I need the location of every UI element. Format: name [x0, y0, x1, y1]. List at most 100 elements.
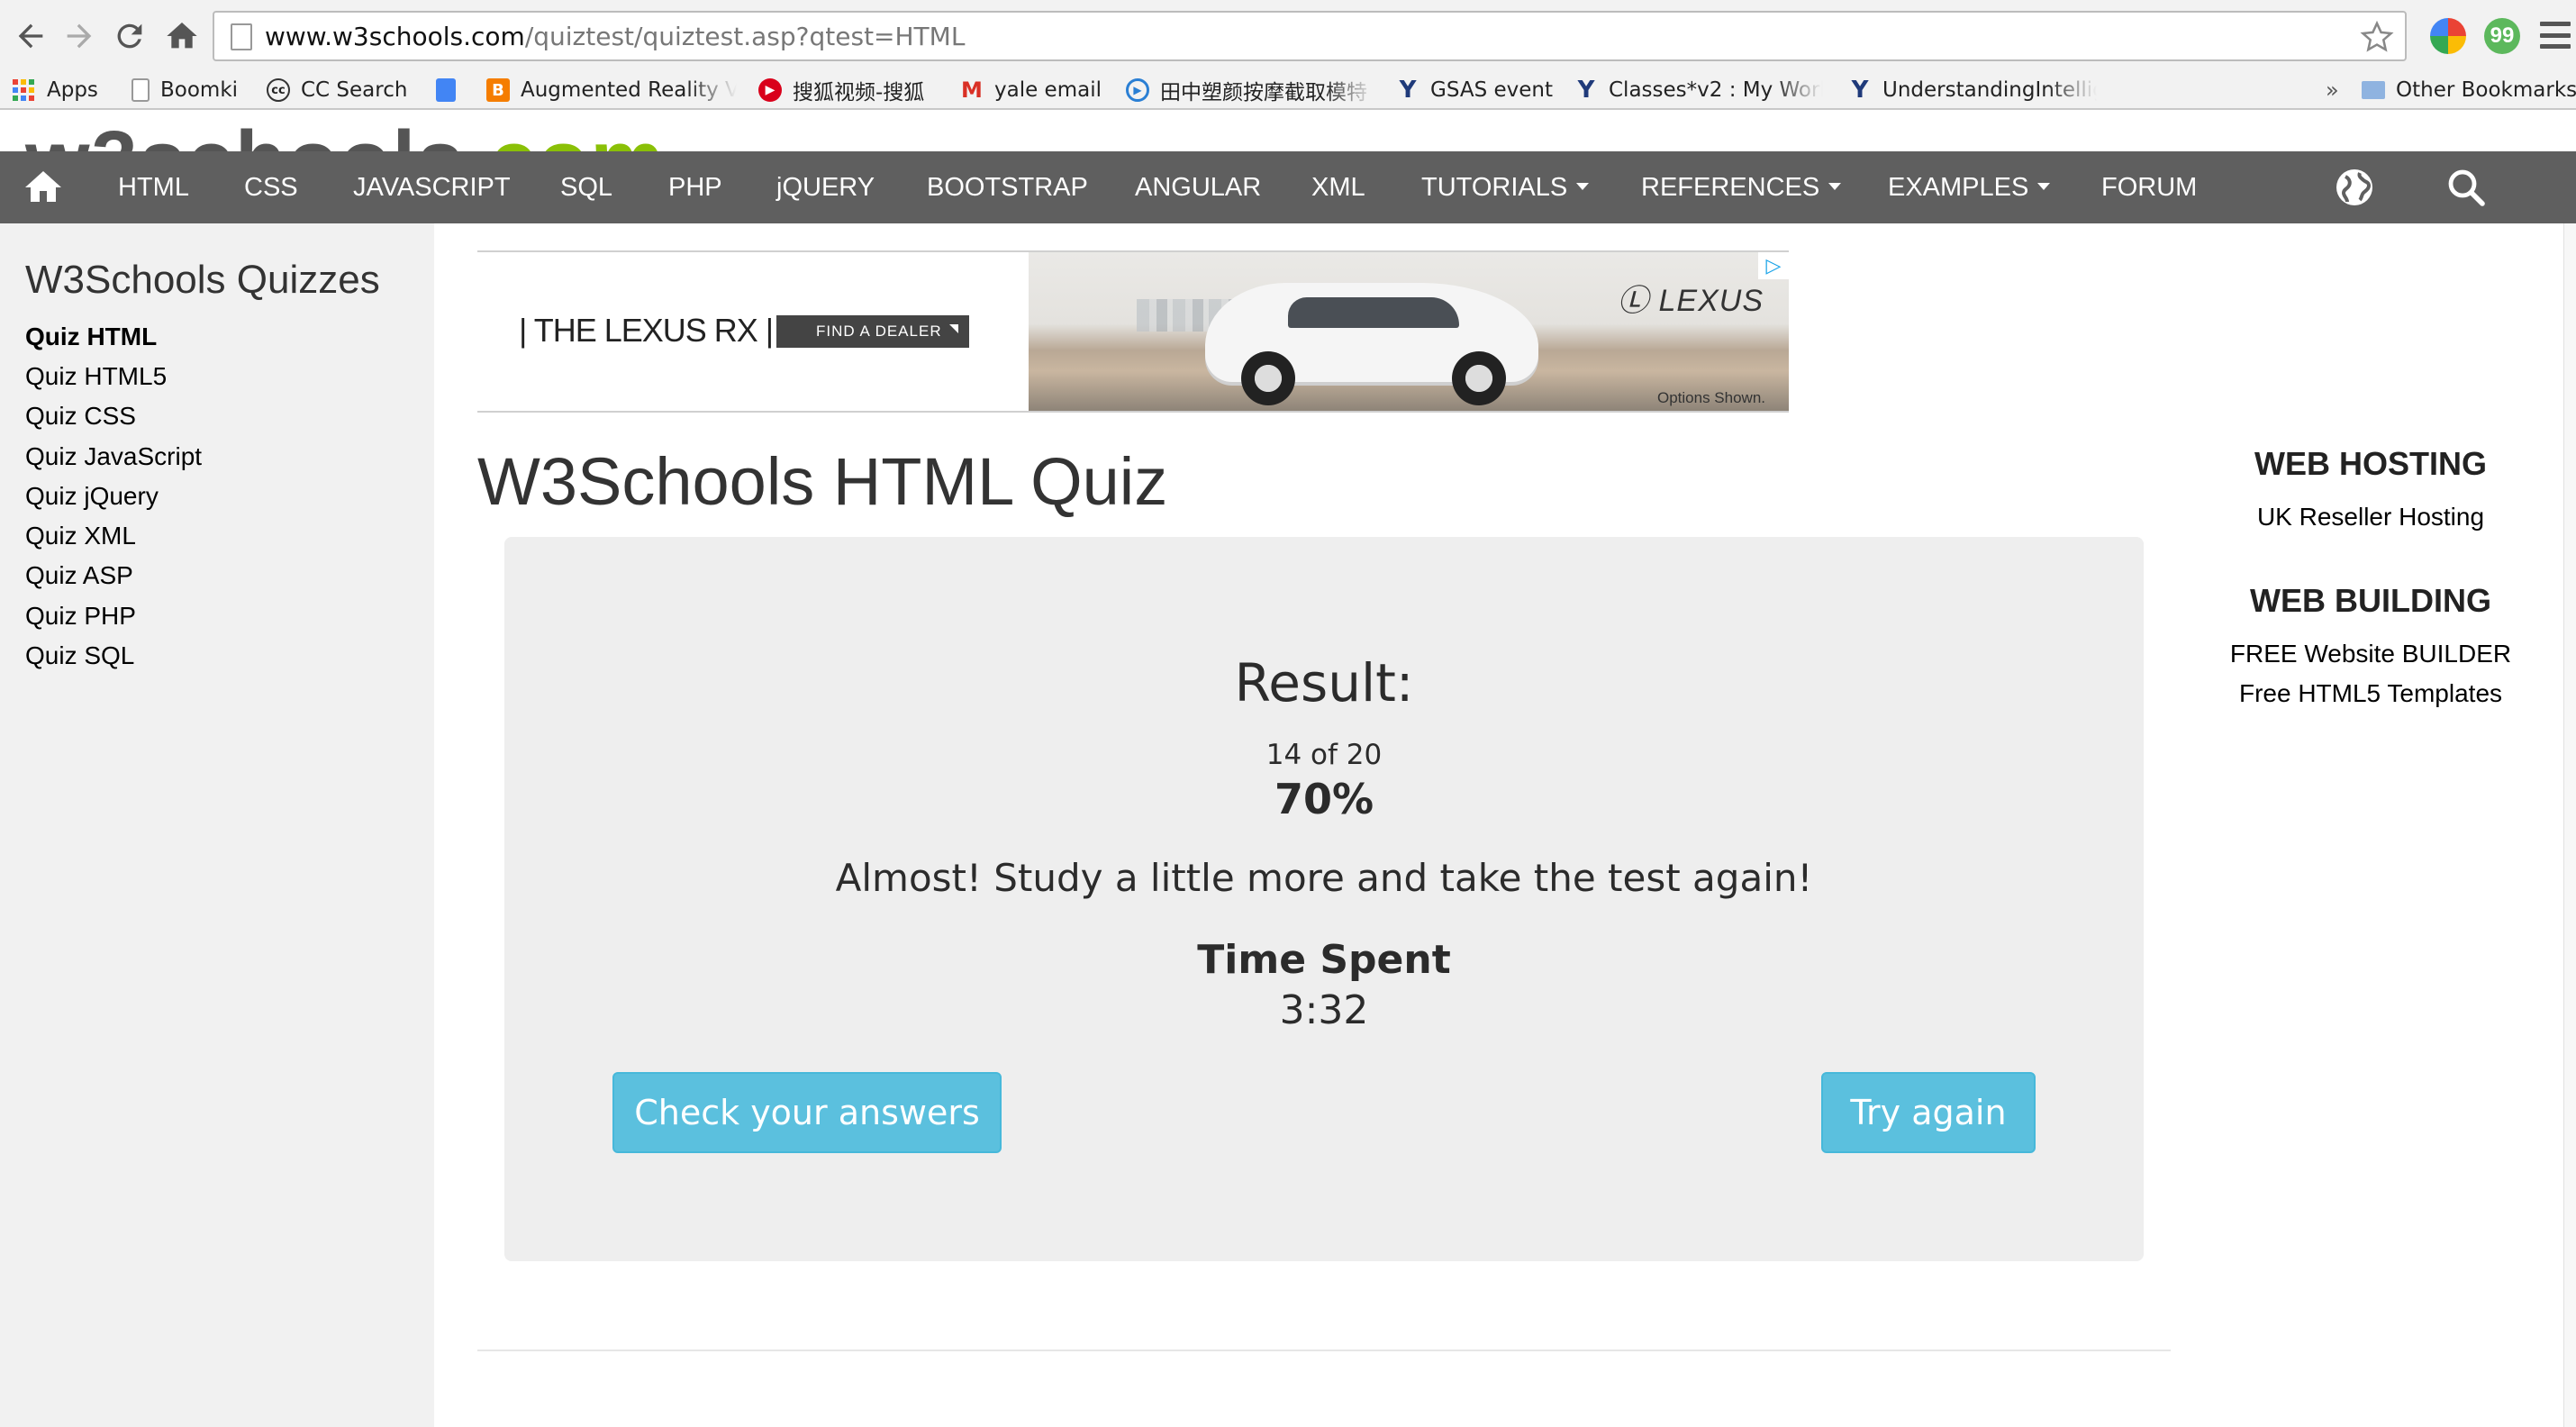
forward-arrow-icon[interactable] [58, 14, 101, 58]
address-bar[interactable]: www.w3schools.com/quiztest/quiztest.asp?… [213, 11, 2407, 61]
check-answers-button[interactable]: Check your answers [612, 1072, 1002, 1153]
bookmark-star-icon[interactable] [2360, 20, 2394, 54]
sidebar-item-quiz-jquery[interactable]: Quiz jQuery [25, 482, 159, 511]
search-icon[interactable] [2444, 166, 2488, 209]
bookmark-label: Apps [47, 78, 98, 102]
bookmark-label: 搜狐视频-搜狐 [793, 81, 925, 105]
yale-y-icon: Y [1399, 77, 1417, 104]
bookmark-label: GSAS event [1430, 78, 1554, 102]
ad-car-image: Ⓛ LEXUS Options Shown. [1029, 252, 1789, 411]
nav-sql[interactable]: SQL [560, 151, 612, 223]
bookmark-understanding[interactable]: Y UnderstandingIntellig [1848, 72, 2097, 108]
nav-javascript[interactable]: JAVASCRIPT [353, 151, 511, 223]
bookmark-label: Augmented Reality V [521, 78, 737, 102]
uk-reseller-hosting-link[interactable]: UK Reseller Hosting [2194, 503, 2547, 532]
lexus-ad-banner[interactable]: | THE LEXUS RX | FIND A DEALER Ⓛ LEXUS O… [477, 250, 1789, 413]
bookmark-gsas-event[interactable]: Y GSAS event [1396, 72, 1553, 108]
play-icon: ▶ [1126, 78, 1149, 102]
browser-menu-icon[interactable] [2540, 22, 2571, 49]
nav-bootstrap[interactable]: BOOTSTRAP [927, 151, 1088, 223]
extension-icon[interactable] [2430, 18, 2466, 54]
nav-examples[interactable]: EXAMPLES [1888, 151, 2051, 223]
quiz-sidebar: W3Schools Quizzes Quiz HTML Quiz HTML5 Q… [0, 223, 434, 1427]
nav-forum[interactable]: FORUM [2101, 151, 2197, 223]
nav-jquery[interactable]: jQUERY [776, 151, 875, 223]
ad-brand-text: | THE LEXUS RX | [519, 312, 774, 349]
bookmark-sohu[interactable]: ▶ 搜狐视频-搜狐 [758, 72, 924, 108]
try-again-button[interactable]: Try again [1821, 1072, 2036, 1153]
bookmark-other[interactable]: Other Bookmarks [2362, 72, 2576, 108]
page-title: W3Schools HTML Quiz [477, 444, 1168, 519]
html5-templates-link[interactable]: Free HTML5 Templates [2194, 679, 2547, 708]
nav-references-label: REFERENCES [1641, 173, 1820, 202]
result-score: 14 of 20 [1265, 739, 1383, 771]
cc-icon: cc [267, 78, 290, 102]
sidebar-item-quiz-html[interactable]: Quiz HTML [25, 323, 157, 351]
page-scrollbar[interactable] [2563, 223, 2576, 1427]
sidebar-item-quiz-xml[interactable]: Quiz XML [25, 522, 136, 550]
bookmark-label: yale email [994, 78, 1102, 102]
sidebar-item-quiz-html5[interactable]: Quiz HTML5 [25, 362, 167, 391]
bookmarks-overflow-chevron-icon[interactable]: » [2326, 72, 2339, 108]
dropdown-caret-icon [2037, 183, 2051, 191]
bookmark-label: Boomki [160, 78, 239, 102]
dropdown-caret-icon [1828, 183, 1842, 191]
nav-references[interactable]: REFERENCES [1641, 151, 1842, 223]
website-builder-link[interactable]: FREE Website BUILDER [2194, 640, 2547, 668]
result-percent: 70% [1274, 775, 1374, 823]
bookmark-label: UnderstandingIntellig [1882, 78, 2097, 102]
yale-y-icon: Y [1577, 77, 1595, 104]
browser-toolbar: www.w3schools.com/quiztest/quiztest.asp?… [0, 0, 2576, 72]
quiz-result-panel: Result: 14 of 20 70% Almost! Study a lit… [504, 537, 2144, 1261]
logo-tld-text: .com [465, 114, 666, 151]
bookmark-apps[interactable]: Apps [13, 72, 98, 108]
nav-css[interactable]: CSS [244, 151, 298, 223]
ad-disclaimer: Options Shown. [1656, 389, 1765, 406]
ad-find-dealer-button[interactable]: FIND A DEALER [776, 315, 969, 348]
ad-car-window [1288, 297, 1459, 328]
sidebar-item-quiz-css[interactable]: Quiz CSS [25, 402, 136, 431]
yale-y-icon: Y [1851, 77, 1869, 104]
time-spent-label: Time Spent [1197, 937, 1451, 983]
bookmark-augmented-reality[interactable]: B Augmented Reality V [486, 72, 737, 108]
nav-xml[interactable]: XML [1311, 151, 1365, 223]
extension-quote-icon[interactable]: 99 [2484, 18, 2520, 54]
adchoices-icon[interactable]: ▷ [1758, 252, 1789, 279]
lexus-logo: Ⓛ LEXUS [1618, 276, 1764, 320]
bookmark-classes[interactable]: Y Classes*v2 : My Work [1574, 72, 1823, 108]
bookmark-cc-search[interactable]: cc CC Search [267, 72, 407, 108]
reload-icon[interactable] [108, 14, 151, 58]
bookmark-yale-email[interactable]: M yale email [960, 72, 1102, 108]
nav-tutorials-label: TUTORIALS [1421, 173, 1568, 202]
result-heading: Result: [1234, 652, 1414, 714]
nav-tutorials[interactable]: TUTORIALS [1421, 151, 1590, 223]
sidebar-item-quiz-javascript[interactable]: Quiz JavaScript [25, 442, 202, 471]
blogger-icon: B [486, 78, 510, 102]
result-message: Almost! Study a little more and take the… [835, 856, 1813, 900]
apps-grid-icon [13, 79, 34, 101]
globe-icon[interactable] [2333, 166, 2376, 209]
bookmark-video[interactable]: ▶ 田中塑颜按摩截取模特 [1126, 72, 1374, 108]
bookmark-boomki[interactable]: Boomki [132, 72, 238, 108]
bookmark-docs[interactable] [436, 72, 467, 108]
home-icon[interactable] [160, 14, 204, 58]
bookmark-label: Classes*v2 : My Work [1609, 78, 1823, 102]
home-icon[interactable] [22, 166, 65, 209]
gmail-icon: M [961, 77, 983, 103]
sidebar-item-quiz-sql[interactable]: Quiz SQL [25, 641, 134, 670]
url-text[interactable]: www.w3schools.com/quiztest/quiztest.asp?… [265, 20, 965, 54]
web-building-heading: WEB BUILDING [2250, 582, 2491, 619]
ad-car-wheel [1452, 351, 1506, 405]
bookmark-label: CC Search [301, 78, 408, 102]
sidebar-item-quiz-asp[interactable]: Quiz ASP [25, 561, 133, 590]
time-spent-value: 3:32 [1279, 987, 1369, 1033]
folder-icon [2362, 81, 2385, 99]
sidebar-item-quiz-php[interactable]: Quiz PHP [25, 602, 136, 631]
nav-html[interactable]: HTML [118, 151, 189, 223]
back-arrow-icon[interactable] [9, 14, 52, 58]
site-logo[interactable]: w3schools.com [0, 112, 2576, 151]
nav-angular[interactable]: ANGULAR [1135, 151, 1261, 223]
lexus-logo-text: LEXUS [1658, 284, 1764, 318]
nav-php[interactable]: PHP [668, 151, 722, 223]
logo-main-text: w3schools [25, 114, 465, 151]
